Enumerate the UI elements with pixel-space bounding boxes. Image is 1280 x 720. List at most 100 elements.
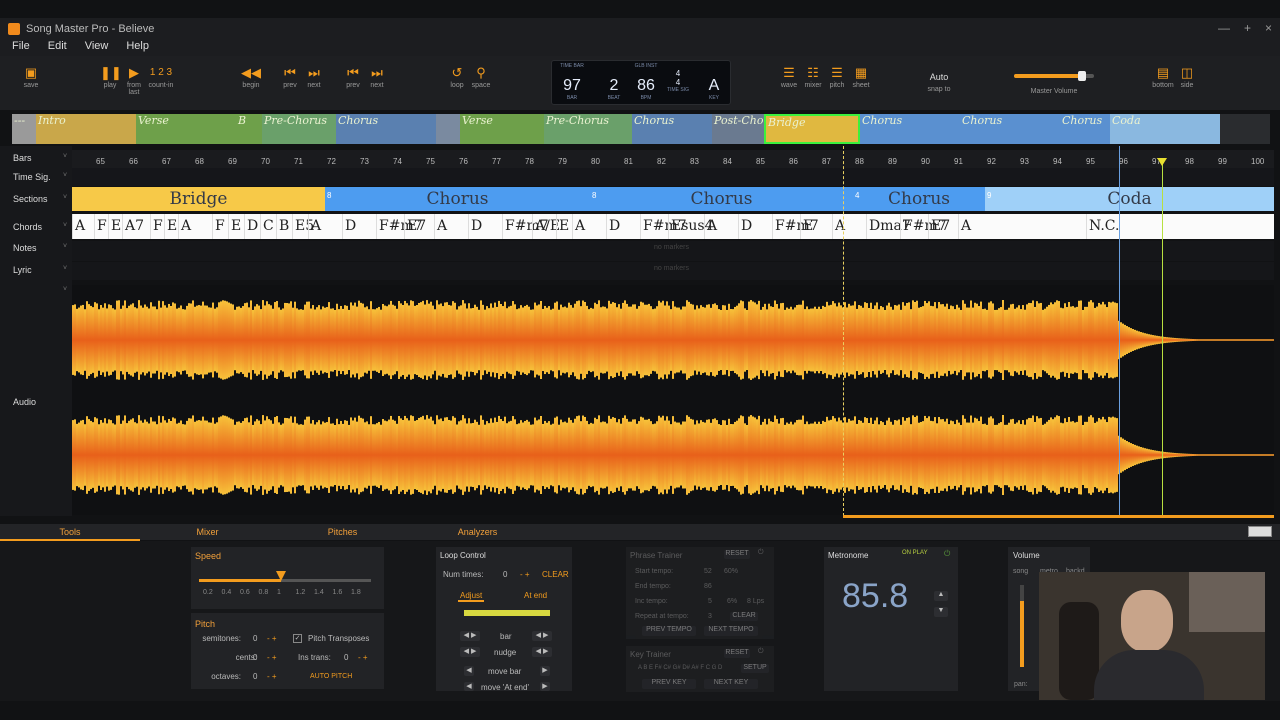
chord[interactable]: D bbox=[738, 214, 772, 239]
tab-mixer[interactable]: Mixer bbox=[140, 527, 275, 537]
tab-tools[interactable]: Tools bbox=[0, 527, 140, 541]
bar-ruler[interactable]: 65 66 67 68 69 70 71 72 73 74 75 76 77 78 79 80 81 82 83 84… bbox=[72, 150, 1274, 168]
side-panel-button[interactable]: ◫ side bbox=[1176, 64, 1198, 89]
overview-section[interactable]: Pre-Chorus bbox=[544, 114, 632, 144]
nudge-left-button[interactable]: ◀ ▶ bbox=[460, 647, 480, 657]
phrase-reset-button[interactable]: RESET bbox=[724, 550, 750, 559]
key-reset-button[interactable]: RESET bbox=[724, 649, 750, 658]
chord[interactable]: F#m7 bbox=[900, 214, 947, 239]
bar-right-button[interactable]: ◀ ▶ bbox=[532, 631, 552, 641]
move-bar-left-button[interactable]: ◀ bbox=[464, 666, 474, 676]
overview-section[interactable]: B bbox=[236, 114, 262, 144]
chord[interactable]: F bbox=[212, 214, 228, 239]
prev-tempo-button[interactable]: PREV TEMPO bbox=[642, 626, 696, 636]
play-from-last-button[interactable]: ▶ from last bbox=[122, 64, 146, 96]
prev-section-button[interactable]: ⏮ prev bbox=[343, 64, 363, 89]
chord[interactable]: A bbox=[72, 214, 94, 239]
chords-track[interactable]: A F E A7 F E A F E D C B E5 A D F#m7 E7 A D F#m7 A/E E A D F#m7 E… bbox=[72, 214, 1274, 239]
move-bar-right-button[interactable]: ▶ bbox=[540, 666, 550, 676]
power-icon[interactable]: ⏻ bbox=[758, 648, 764, 656]
ins-trans-value[interactable]: 0 bbox=[344, 653, 348, 662]
tab-analyzers[interactable]: Analyzers bbox=[410, 527, 545, 537]
move-at-end-right-button[interactable]: ▶ bbox=[540, 682, 550, 691]
chord[interactable]: Dma7 bbox=[866, 214, 911, 239]
save-button[interactable]: ▣ save bbox=[20, 64, 42, 89]
sheet-button[interactable]: ▦ sheet bbox=[850, 64, 872, 89]
end-tempo-value[interactable]: 86 bbox=[704, 583, 712, 590]
cents-value[interactable]: 0 bbox=[253, 653, 257, 662]
chord[interactable]: E bbox=[228, 214, 244, 239]
overview-section[interactable]: Chorus bbox=[860, 114, 960, 144]
chord[interactable]: E5 bbox=[292, 214, 314, 239]
prev-bar-button[interactable]: ⏮ prev bbox=[280, 64, 300, 89]
ins-trans-stepper[interactable]: - + bbox=[358, 653, 368, 662]
play-button[interactable]: ❚❚ play bbox=[100, 64, 122, 89]
maximize-button[interactable]: + bbox=[1244, 21, 1251, 35]
chord[interactable]: D bbox=[468, 214, 502, 239]
at-end-tab[interactable]: At end bbox=[524, 591, 547, 600]
menu-view[interactable]: View bbox=[85, 40, 109, 56]
count-in-button[interactable]: 1 2 3 count-in bbox=[146, 64, 176, 89]
chord[interactable]: A bbox=[958, 214, 1086, 239]
chord[interactable]: B bbox=[276, 214, 292, 239]
semitones-stepper[interactable]: - + bbox=[267, 634, 277, 643]
loop-range-bar[interactable] bbox=[843, 515, 1274, 518]
num-times-stepper[interactable]: - + bbox=[520, 570, 530, 579]
chord[interactable]: F#m7 bbox=[772, 214, 819, 239]
song-overview[interactable]: --- Intro Verse B Pre-Chorus Chorus Verse Pre-C… bbox=[12, 114, 1270, 144]
playhead[interactable] bbox=[1162, 160, 1163, 516]
snap-to-select[interactable]: Auto snap to bbox=[922, 72, 956, 93]
chevron-down-icon[interactable]: ˅ bbox=[63, 222, 67, 229]
metronome-down-button[interactable]: ▼ bbox=[934, 607, 948, 617]
section-block[interactable]: Chorus 8 bbox=[590, 187, 853, 211]
section-block[interactable]: Bridge bbox=[72, 187, 325, 211]
chord[interactable]: E7 bbox=[928, 214, 958, 239]
master-volume-slider[interactable] bbox=[1014, 71, 1094, 81]
chord[interactable]: C bbox=[260, 214, 276, 239]
start-tempo-value[interactable]: 52 bbox=[704, 568, 712, 575]
overview-section[interactable]: Chorus bbox=[632, 114, 712, 144]
overview-section[interactable]: Verse bbox=[136, 114, 236, 144]
chord[interactable]: E bbox=[800, 214, 832, 239]
overview-section[interactable]: Chorus bbox=[336, 114, 436, 144]
speed-knob[interactable] bbox=[275, 571, 286, 581]
chord[interactable]: A/E bbox=[532, 214, 560, 239]
close-button[interactable]: × bbox=[1265, 21, 1272, 35]
chevron-down-icon[interactable]: ˅ bbox=[63, 194, 67, 201]
chord[interactable]: F#m7 bbox=[502, 214, 549, 239]
chord[interactable]: E7 bbox=[404, 214, 434, 239]
power-icon[interactable]: ⏻ bbox=[758, 549, 764, 557]
overview-section[interactable]: Post-Chorus 2 bbox=[712, 114, 764, 144]
next-key-button[interactable]: NEXT KEY bbox=[704, 679, 758, 689]
chord[interactable]: D bbox=[606, 214, 640, 239]
space-button[interactable]: ⚲ space bbox=[470, 64, 492, 89]
next-bar-button[interactable]: ⏭ next bbox=[304, 64, 324, 89]
repeat-at-tempo-value[interactable]: 3 bbox=[708, 613, 712, 620]
chord[interactable]: A bbox=[704, 214, 738, 239]
begin-button[interactable]: ◀◀ begin bbox=[240, 64, 262, 89]
section-block[interactable]: Chorus 4 bbox=[853, 187, 985, 211]
chord[interactable]: Esus4 bbox=[668, 214, 714, 239]
chord[interactable]: A bbox=[178, 214, 212, 239]
key-setup-button[interactable]: SETUP bbox=[741, 664, 769, 673]
overview-section[interactable]: --- bbox=[12, 114, 36, 144]
chord[interactable]: D bbox=[244, 214, 260, 239]
chord[interactable]: F bbox=[94, 214, 108, 239]
chord[interactable]: A bbox=[832, 214, 866, 239]
chord[interactable]: A bbox=[308, 214, 342, 239]
notes-track[interactable]: no markers bbox=[72, 241, 1274, 261]
loop-button[interactable]: ↺ loop bbox=[447, 64, 467, 89]
playhead-handle[interactable] bbox=[1157, 158, 1167, 166]
menu-edit[interactable]: Edit bbox=[48, 40, 67, 56]
overview-section[interactable]: Pre-Chorus bbox=[262, 114, 336, 144]
overview-section[interactable]: Chorus bbox=[960, 114, 1060, 144]
chord[interactable]: A bbox=[572, 214, 606, 239]
audio-waveform[interactable] bbox=[72, 285, 1274, 515]
section-block[interactable]: Coda 9 bbox=[985, 187, 1274, 211]
prev-key-button[interactable]: PREV KEY bbox=[642, 679, 696, 689]
on-play-label[interactable]: ON PLAY bbox=[902, 550, 928, 556]
overview-section[interactable]: Bridge bbox=[764, 114, 860, 144]
chord[interactable]: E bbox=[164, 214, 178, 239]
chord[interactable]: A bbox=[434, 214, 468, 239]
next-tempo-button[interactable]: NEXT TEMPO bbox=[704, 626, 758, 636]
